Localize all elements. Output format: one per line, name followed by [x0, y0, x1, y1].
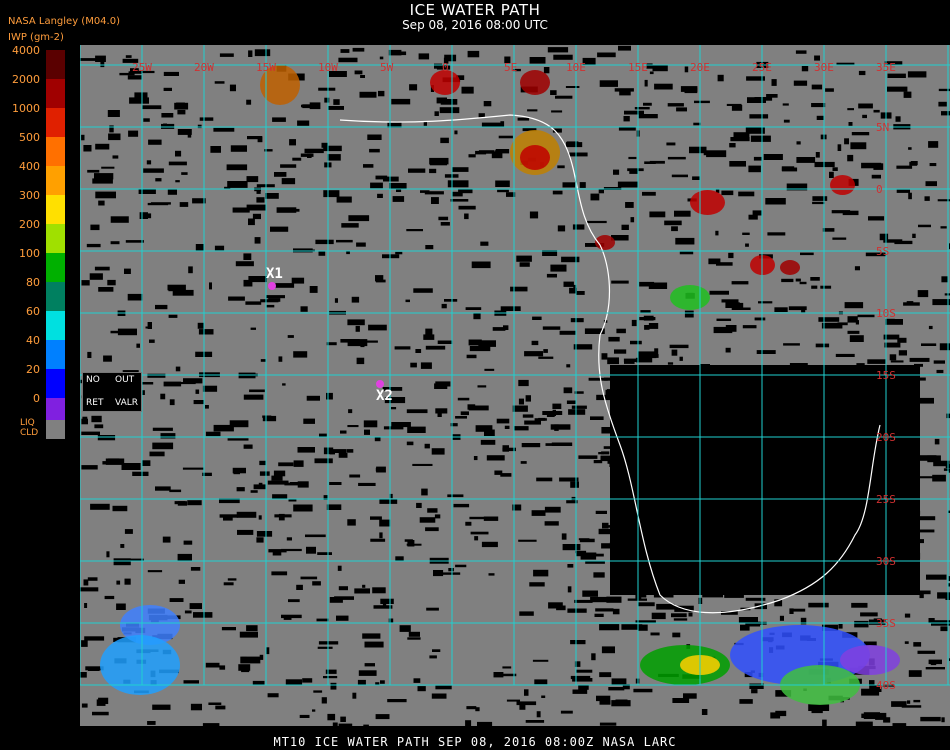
liquid-cloud-swatch [46, 420, 65, 439]
lat-label: 30S [876, 555, 896, 568]
cld-label: CLD [20, 428, 39, 438]
satellite-map: 25W 20W 15W 10W 5W 0 5E 10E 15E 20E 25E 30E 35E 5N 0 5S… [80, 45, 950, 726]
lon-label: 15W [256, 61, 276, 74]
lat-label: 5S [876, 245, 889, 258]
legend-level-4000: 4000 [12, 44, 40, 57]
organization-label: NASA Langley (M04.0) [8, 16, 120, 27]
legend-swatch-4 [46, 166, 65, 195]
lon-label: 10W [318, 61, 338, 74]
legend-level-500: 500 [19, 131, 40, 144]
lon-label: 0 [442, 61, 449, 74]
lat-label: 25S [876, 493, 896, 506]
lat-label: 20S [876, 431, 896, 444]
ret-label: RET [86, 398, 104, 408]
lon-label: 20W [194, 61, 214, 74]
legend-swatch-1 [46, 79, 65, 108]
lon-label: 25W [132, 61, 152, 74]
ice-cloud-patch-6 [840, 645, 900, 675]
lat-label: 35S [876, 617, 896, 630]
map-datetime: Sep 08, 2016 08:00 UTC [402, 18, 548, 32]
location-label-x2: X2 [376, 388, 393, 404]
legend-level-400: 400 [19, 160, 40, 173]
legend-level-200: 200 [19, 218, 40, 231]
lon-label: 35E [876, 61, 896, 74]
lon-label: 20E [690, 61, 710, 74]
ice-cloud-patch-7 [520, 70, 550, 95]
legend-level-80: 80 [26, 276, 40, 289]
lat-label: 0 [876, 183, 883, 196]
ice-cloud-patch-14 [670, 285, 710, 310]
lon-label: 30E [814, 61, 834, 74]
legend-level-2000: 2000 [12, 73, 40, 86]
liquid-cloud-label: LIQ CLD [20, 418, 38, 438]
ice-cloud-patch-15 [780, 260, 800, 275]
lon-label: 10E [566, 61, 586, 74]
lat-label: 40S [876, 679, 896, 692]
lon-label: 5E [504, 61, 517, 74]
legend-level-40: 40 [26, 334, 40, 347]
legend-swatch-10 [46, 340, 65, 369]
legend-swatch-9 [46, 311, 65, 340]
lon-label: 5W [380, 61, 394, 74]
location-label-x1: X1 [266, 266, 283, 282]
location-marker-x1 [268, 282, 276, 290]
legend-swatch-0 [46, 50, 65, 79]
ice-cloud-patch-1 [100, 635, 180, 695]
footer-caption: MT10 ICE WATER PATH SEP 08, 2016 08:00Z … [273, 735, 677, 749]
ice-cloud-patch-9 [520, 145, 550, 170]
legend-level-300: 300 [19, 189, 40, 202]
ice-cloud-patch-10 [690, 190, 725, 215]
lon-label: 25E [752, 61, 772, 74]
legend-level-0: 0 [33, 392, 40, 405]
out-label: OUT [115, 375, 135, 385]
legend-swatch-3 [46, 137, 65, 166]
legend-level-100: 100 [19, 247, 40, 260]
lat-label: 10S [876, 307, 896, 320]
legend-level-1000: 1000 [12, 102, 40, 115]
legend-swatch-6 [46, 224, 65, 253]
legend-swatch-11 [46, 369, 65, 398]
legend-swatch-7 [46, 253, 65, 282]
legend-swatch-8 [46, 282, 65, 311]
ice-cloud-patch-12 [830, 175, 855, 195]
valr-label: VALR [115, 398, 139, 408]
legend-swatch-2 [46, 108, 65, 137]
units-label: IWP (gm-2) [8, 32, 64, 43]
legend-level-20: 20 [26, 363, 40, 376]
lat-label: 15S [876, 369, 896, 382]
lat-label: 5N [876, 121, 889, 134]
lon-label: 15E [628, 61, 648, 74]
liq-label: LIQ [20, 418, 35, 428]
color-legend: 4000 2000 1000 500 400 300 200 100 80 60 40 20 0 [0, 44, 80, 446]
map-title: ICE WATER PATH [409, 1, 541, 19]
legend-swatch-5 [46, 195, 65, 224]
no-label: NO [86, 375, 100, 385]
legend-level-60: 60 [26, 305, 40, 318]
no-retrieval-box: NO OUT RET VALR [82, 372, 142, 412]
location-marker-x2 [376, 380, 384, 388]
